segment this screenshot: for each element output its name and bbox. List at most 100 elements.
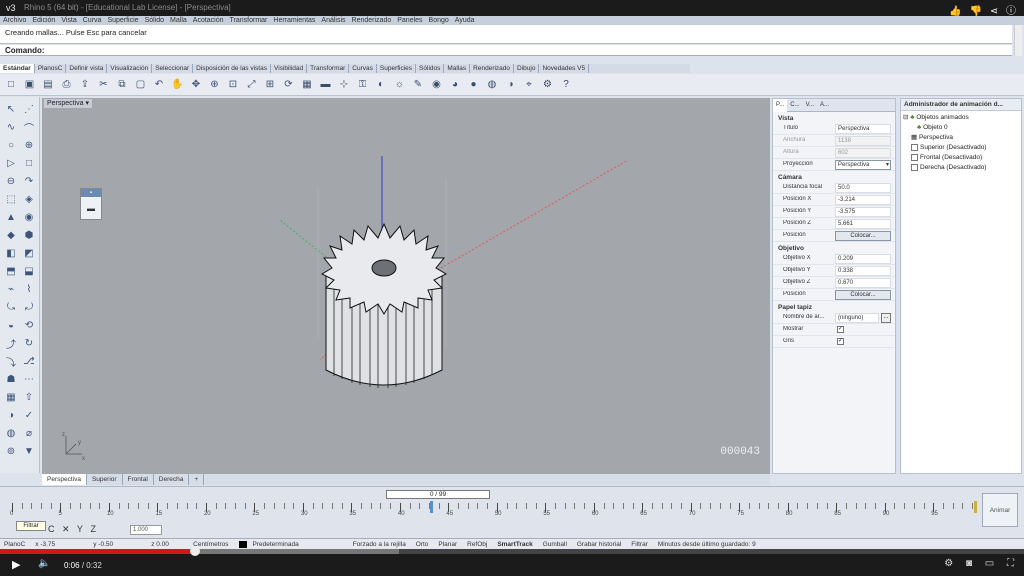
fullscreen-icon[interactable]: ⛶ [1007,558,1014,569]
left-tool-4[interactable]: ○ [3,137,19,153]
prop-value-field[interactable]: 50.0 [835,183,891,193]
color-wheel-icon[interactable]: ◕ [448,77,462,91]
menu-item-11[interactable]: Renderizado [349,16,395,25]
left-tool-8[interactable]: ⊖ [3,173,19,189]
tree-item-object-0[interactable]: ♣ Objeto 0 [903,123,1019,133]
left-tool-15[interactable]: ⬢ [21,227,37,243]
settings-icon[interactable]: ⚙ [944,558,953,569]
viewport-tab-4[interactable]: + [189,474,205,485]
tree-item-perspective[interactable]: ▦ Perspectiva [903,133,1019,143]
left-tool-31[interactable]: ⋯ [21,371,37,387]
frame-field[interactable]: 0 / 99 [386,490,490,499]
left-tool-17[interactable]: ◩ [21,245,37,261]
wallpaper-name-field[interactable]: (ninguno) [835,313,879,323]
toolbar-tab-6[interactable]: Visibilidad [271,64,308,73]
toolbar-tab-8[interactable]: Curvas [349,64,377,73]
left-tool-28[interactable]: ⤵ [3,353,19,369]
left-tool-33[interactable]: ⇧ [21,389,37,405]
left-tool-34[interactable]: ◑ [3,407,19,423]
left-tool-6[interactable]: ▷ [3,155,19,171]
status-gumball[interactable]: Gumball [539,539,571,549]
view-checkbox[interactable] [911,143,918,151]
zoom-in-icon[interactable]: ⊕ [208,77,222,91]
status-planar[interactable]: Planar [434,539,461,549]
menu-item-5[interactable]: Sólido [142,16,167,25]
toolbar-tab-5[interactable]: Disposición de las vistas [193,64,271,73]
materials-icon[interactable]: ◉ [430,77,444,91]
left-tool-25[interactable]: ⟲ [21,317,37,333]
open-icon[interactable]: ▣ [23,77,37,91]
pan-icon[interactable]: ✋ [171,77,185,91]
four-views-icon[interactable]: ▦ [300,77,314,91]
left-tool-16[interactable]: ◧ [3,245,19,261]
toolbar-tab-13[interactable]: Dibujo [514,64,540,73]
prop-value-field[interactable]: -3.575 [835,207,891,217]
volume-icon[interactable]: 🔈 [38,558,50,569]
left-tool-39[interactable]: ▼ [21,443,37,459]
left-tool-20[interactable]: ⌁ [3,281,19,297]
grid-snap-icon[interactable]: ⊹ [337,77,351,91]
new-icon[interactable]: □ [4,77,18,91]
toolbar-tab-4[interactable]: Seleccionar [152,64,194,73]
gray-checkbox[interactable]: ✓ [837,338,844,345]
tool-c[interactable]: C [48,524,55,534]
status-plane[interactable]: PlanoC [0,539,29,549]
delete-icon[interactable]: ▬ [319,77,333,91]
render-icon[interactable]: ● [467,77,481,91]
toolbar-tab-10[interactable]: Sólidos [416,64,445,73]
menu-item-12[interactable]: Paneles [394,16,425,25]
view-checkbox[interactable] [911,163,918,171]
zoom-selected-icon[interactable]: ⊞ [263,77,277,91]
paint-icon[interactable]: ✎ [411,77,425,91]
perspective-viewport[interactable]: z y x Perspectiva ▾ ▪ ▬ 000043 [42,98,770,474]
left-tool-22[interactable]: ⤿ [3,299,19,315]
options-icon[interactable]: ⚙ [541,77,555,91]
toolbar-tab-1[interactable]: PlanosC [35,64,67,73]
undo-icon[interactable]: ↶ [152,77,166,91]
status-filter[interactable]: Filtrar [627,539,652,549]
toolbar-tab-7[interactable]: Transformar [307,64,350,73]
toolbar-tab-14[interactable]: Novedades V5 [539,64,590,73]
light-icon[interactable]: ☼ [393,77,407,91]
properties-tab-1[interactable]: C... [787,99,802,112]
cut-icon[interactable]: ✂ [97,77,111,91]
camera-place-button[interactable]: Colocar... [835,231,891,241]
prop-value-field[interactable]: Perspectiva [835,124,891,134]
status-orto[interactable]: Orto [412,539,433,549]
viewport-tab-1[interactable]: Superior [87,474,123,485]
copy-icon[interactable]: ⧉ [115,77,129,91]
animate-button[interactable]: Animar [982,493,1018,527]
tree-item-front[interactable]: Frontal (Desactivado) [903,153,1019,163]
tree-item-top[interactable]: Superior (Desactivado) [903,143,1019,153]
menu-item-3[interactable]: Curva [80,16,105,25]
menu-item-8[interactable]: Transformar [227,16,271,25]
left-tool-36[interactable]: ◍ [3,425,19,441]
close-icon[interactable]: ✕ [62,524,70,534]
left-tool-14[interactable]: ◆ [3,227,19,243]
menu-item-4[interactable]: Superficie [104,16,141,25]
status-layer[interactable]: Predeterminada [235,539,307,549]
left-tool-1[interactable]: ⋰ [21,101,37,117]
properties-tab-0[interactable]: P... [773,99,788,112]
left-tool-5[interactable]: ⊕ [21,137,37,153]
left-tool-2[interactable]: ∿ [3,119,19,135]
left-tool-32[interactable]: ▦ [3,389,19,405]
zoom-extents-icon[interactable]: ⤢ [245,77,259,91]
prop-value-field[interactable]: 5.661 [835,219,891,229]
camera-icon[interactable]: ⌖ [522,77,536,91]
timeline-playhead[interactable] [430,501,433,513]
menu-item-6[interactable]: Malla [167,16,190,25]
prop-value-field[interactable]: 0.670 [835,278,891,288]
left-tool-37[interactable]: ⌀ [21,425,37,441]
toolbar-tab-12[interactable]: Renderizado [470,64,515,73]
captions-icon[interactable]: ◙ [966,558,972,569]
left-tool-21[interactable]: ⌇ [21,281,37,297]
toolbar-tab-3[interactable]: Visualización [107,64,153,73]
move-view-icon[interactable]: ✥ [189,77,203,91]
viewport-tab-2[interactable]: Frontal [123,474,154,485]
prop-value-field[interactable]: 0.209 [835,254,891,264]
left-tool-19[interactable]: ⬓ [21,263,37,279]
timeline-end-marker[interactable] [974,501,977,513]
tree-item-animated-objects[interactable]: ⊟ ♣ Objetos animados [903,113,1019,123]
left-tool-11[interactable]: ◈ [21,191,37,207]
